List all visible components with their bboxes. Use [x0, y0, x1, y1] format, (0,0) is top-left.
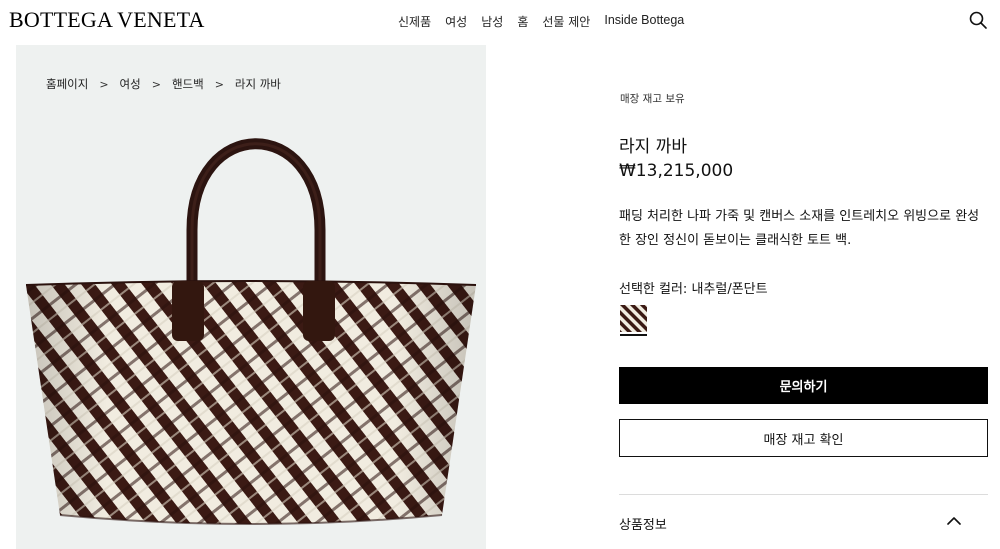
- breadcrumb-separator: >: [151, 77, 161, 91]
- accordion-label: 상품정보: [619, 518, 667, 533]
- breadcrumb-separator: >: [214, 77, 224, 91]
- search-icon[interactable]: [968, 10, 988, 30]
- breadcrumb-home[interactable]: 홈페이지: [46, 76, 88, 92]
- nav-new-arrivals[interactable]: 신제품: [398, 13, 431, 30]
- product-image-panel: 홈페이지 > 여성 > 핸드백 > 라지 까바: [16, 45, 486, 549]
- breadcrumb-separator: >: [99, 77, 109, 91]
- main-nav: 신제품 여성 남성 홈 선물 제안 Inside Bottega: [398, 13, 698, 30]
- site-header: BOTTEGA VENETA 신제품 여성 남성 홈 선물 제안 Inside …: [0, 0, 1000, 40]
- product-title: 라지 까바: [619, 137, 687, 157]
- swatch-selected-indicator: [620, 334, 647, 336]
- nav-men[interactable]: 남성: [481, 13, 503, 30]
- product-price: ₩13,215,000: [619, 161, 734, 181]
- product-description: 패딩 처리한 나파 가죽 및 캔버스 소재를 인트레치오 위빙으로 완성한 장인…: [619, 209, 980, 248]
- chevron-up-icon[interactable]: [947, 516, 961, 526]
- breadcrumb-women[interactable]: 여성: [120, 76, 141, 92]
- product-info-accordion[interactable]: 상품정보: [619, 505, 988, 541]
- brand-logo[interactable]: BOTTEGA VENETA: [9, 7, 205, 33]
- check-store-stock-button[interactable]: 매장 재고 확인: [619, 419, 988, 457]
- product-image[interactable]: [16, 45, 486, 549]
- breadcrumb-handbags[interactable]: 핸드백: [172, 76, 204, 92]
- inquire-button[interactable]: 문의하기: [619, 367, 988, 404]
- breadcrumb: 홈페이지 > 여성 > 핸드백 > 라지 까바: [46, 76, 281, 92]
- selected-color-label: 선택한 컬러: 내추럴/폰단트: [619, 282, 768, 297]
- color-swatch[interactable]: [620, 305, 647, 332]
- section-divider: [619, 494, 988, 495]
- nav-women[interactable]: 여성: [445, 13, 467, 30]
- stock-availability-note: 매장 재고 보유: [620, 93, 685, 105]
- nav-inside-bottega[interactable]: Inside Bottega: [604, 13, 684, 30]
- nav-gifts[interactable]: 선물 제안: [542, 13, 590, 30]
- nav-home[interactable]: 홈: [517, 13, 528, 30]
- breadcrumb-current[interactable]: 라지 까바: [235, 76, 281, 92]
